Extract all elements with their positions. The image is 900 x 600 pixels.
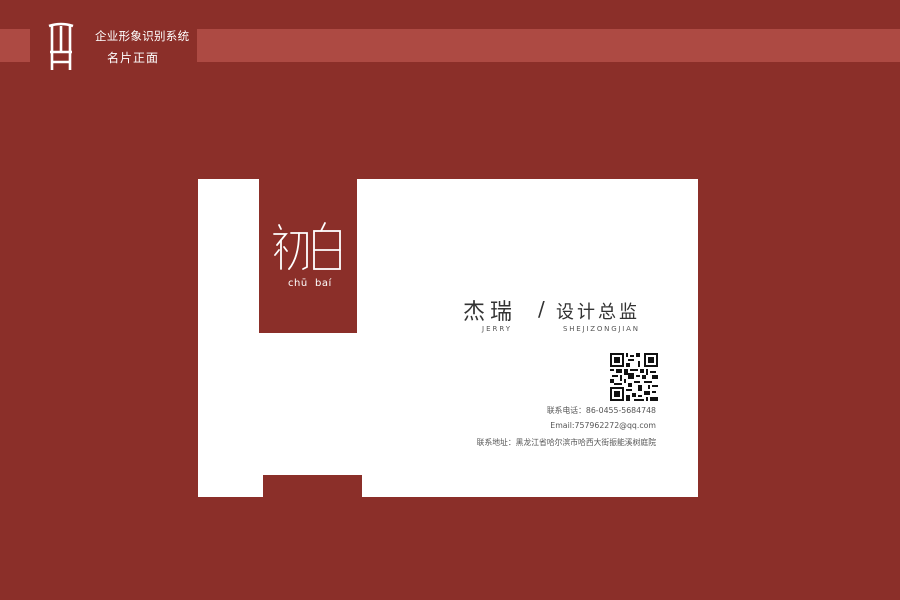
contact-email: Email:757962272@qq.com <box>550 421 656 430</box>
contact-address: 联系地址：黑龙江省哈尔滨市哈西大街振能溪树庭院 <box>476 438 656 447</box>
card-bottom-notch <box>263 475 362 497</box>
brand-pinyin-chu: chū <box>288 278 308 289</box>
person-name: 杰瑞 <box>463 300 518 325</box>
brand-pinyin-bai: baí <box>315 278 332 289</box>
header-title: 企业形象识别系统 <box>95 29 190 43</box>
chair-icon <box>48 22 74 70</box>
business-card-front: 初白 chū baí 杰瑞 JERRY / 设计总监 SHEJIZONGJIA <box>198 179 698 497</box>
header-subtitle: 名片正面 <box>107 51 160 65</box>
contact-phone: 联系电话：86-0455-5684748 <box>546 406 656 415</box>
title-separator: / <box>538 297 545 321</box>
person-name-en: JERRY <box>482 325 513 333</box>
qr-code-icon <box>610 353 658 401</box>
person-title: 设计总监 <box>556 302 640 323</box>
brand-logo: 初白 <box>273 222 341 270</box>
brand-tab: 初白 chū baí <box>259 179 357 333</box>
person-title-en: SHEJIZONGJIAN <box>563 325 640 333</box>
